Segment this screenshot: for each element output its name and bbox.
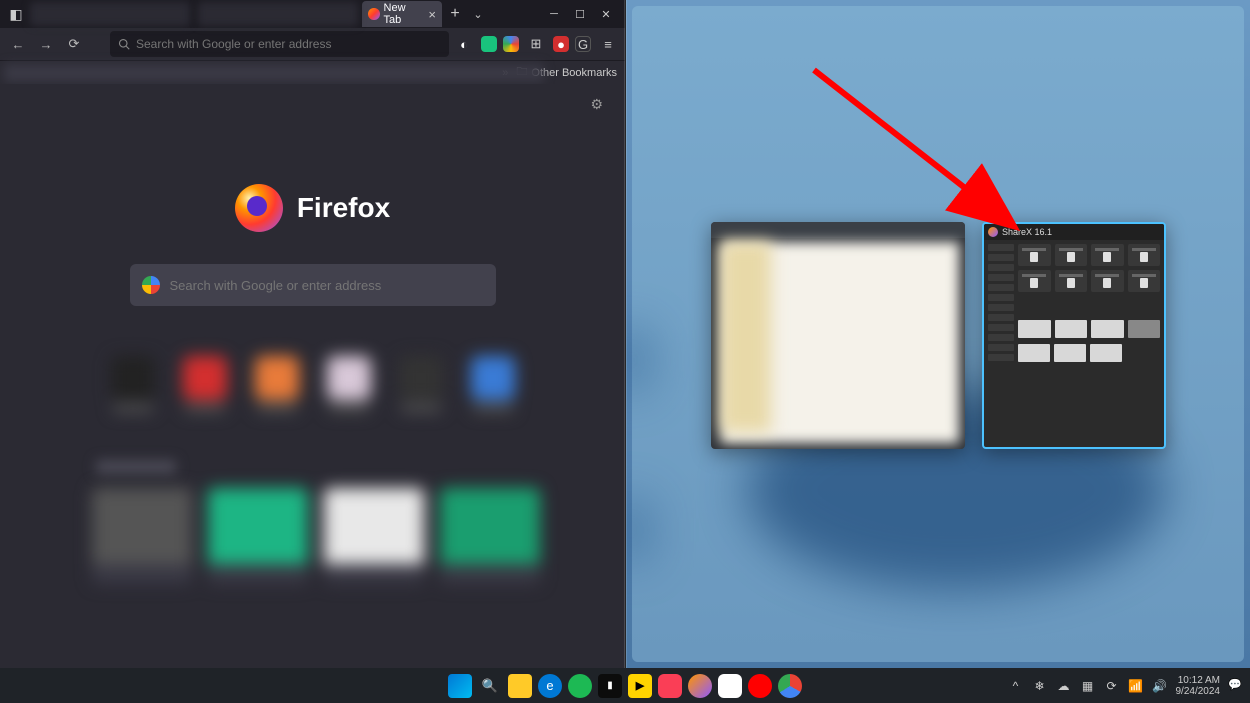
edge-icon[interactable]: e — [538, 674, 562, 698]
volume-icon[interactable]: 🔊 — [1152, 678, 1168, 694]
close-window-button[interactable]: ✕ — [593, 0, 619, 28]
firefox-logo-row: Firefox — [0, 184, 625, 232]
tabs-dropdown-icon[interactable]: ⌄ — [468, 8, 488, 21]
story-card[interactable] — [92, 488, 192, 584]
taskbar-clock[interactable]: 10:12 AM 9/24/2024 — [1176, 675, 1221, 697]
sidebar-toggle-icon[interactable]: ◧ — [6, 4, 26, 24]
reload-button[interactable]: ⟳ — [62, 32, 86, 56]
section-heading-blurred — [96, 460, 176, 474]
new-tab-button[interactable]: + — [442, 5, 468, 23]
active-tab[interactable]: New Tab × — [362, 1, 442, 27]
tray-icon[interactable]: ❄ — [1032, 678, 1048, 694]
spotify-icon[interactable] — [568, 674, 592, 698]
background-tab[interactable] — [30, 2, 190, 26]
snap-divider[interactable] — [624, 0, 627, 668]
home-search-box[interactable] — [130, 264, 496, 306]
story-card[interactable] — [440, 488, 540, 584]
bookmarks-toolbar: » 🗀 Other Bookmarks — [0, 60, 625, 84]
snap-candidate-sharex[interactable]: ShareX 16.1 — [982, 222, 1166, 449]
youtube-icon[interactable] — [748, 674, 772, 698]
top-sites — [0, 356, 625, 420]
firefox-logo-icon — [235, 184, 283, 232]
search-icon — [118, 38, 130, 50]
firefox-favicon-icon — [368, 8, 380, 20]
firefox-wordmark: Firefox — [297, 192, 390, 224]
maximize-button[interactable]: ☐ — [567, 0, 593, 28]
clock-date: 9/24/2024 — [1176, 686, 1221, 697]
extension-icon[interactable]: G — [575, 36, 591, 52]
top-site-tile[interactable] — [106, 356, 160, 420]
nav-toolbar: ← → ⟳ ◐ ⊞ ● G ≡ — [0, 28, 625, 60]
plex-icon[interactable]: ▶ — [628, 674, 652, 698]
tray-icon[interactable]: ▦ — [1080, 678, 1096, 694]
app-menu-button[interactable]: ≡ — [597, 33, 619, 55]
taskbar: 🔍 e ▮ ▶ ^ ❄ ☁ ▦ ⟳ 📶 🔊 10:12 AM 9/24/2024… — [0, 668, 1250, 703]
firefox-taskbar-icon[interactable] — [688, 674, 712, 698]
back-button[interactable]: ← — [6, 32, 30, 56]
window-controls: ─ ☐ ✕ — [541, 0, 619, 28]
notifications-icon[interactable]: 💬 — [1228, 678, 1244, 694]
extension-icon[interactable] — [481, 36, 497, 52]
slack-icon[interactable] — [718, 674, 742, 698]
onedrive-icon[interactable]: ☁ — [1056, 678, 1072, 694]
forward-button[interactable]: → — [34, 32, 58, 56]
tab-title: New Tab — [384, 2, 425, 26]
close-tab-icon[interactable]: × — [428, 7, 436, 22]
taskbar-center: 🔍 e ▮ ▶ — [448, 674, 802, 698]
taskbar-search-icon[interactable]: 🔍 — [478, 674, 502, 698]
clock-time: 10:12 AM — [1178, 675, 1220, 686]
firefox-window: ◧ New Tab × + ⌄ ─ ☐ ✕ ← → ⟳ ◐ ⊞ ● G — [0, 0, 625, 703]
story-card[interactable] — [324, 488, 424, 584]
sharex-window-title: ShareX 16.1 — [1002, 227, 1052, 237]
background-tab[interactable] — [198, 2, 358, 26]
customize-gear-icon[interactable]: ⚙ — [590, 96, 603, 113]
google-icon — [142, 276, 160, 294]
minimize-button[interactable]: ─ — [541, 0, 567, 28]
tray-icon[interactable]: ⟳ — [1104, 678, 1120, 694]
extension-icon[interactable]: ◐ — [453, 33, 475, 55]
annotation-arrow — [806, 62, 1026, 242]
story-card[interactable] — [208, 488, 308, 584]
terminal-icon[interactable]: ▮ — [598, 674, 622, 698]
tab-strip: ◧ New Tab × + ⌄ ─ ☐ ✕ — [0, 0, 625, 28]
url-input[interactable] — [136, 37, 441, 51]
system-tray: ^ ❄ ☁ ▦ ⟳ 📶 🔊 10:12 AM 9/24/2024 💬 — [1008, 675, 1245, 697]
tray-overflow-icon[interactable]: ^ — [1008, 678, 1024, 694]
extensions-button[interactable]: ⊞ — [525, 33, 547, 55]
wifi-icon[interactable]: 📶 — [1128, 678, 1144, 694]
chrome-icon[interactable] — [778, 674, 802, 698]
top-site-tile[interactable] — [394, 356, 448, 420]
new-tab-page: ⚙ Firefox — [0, 84, 625, 703]
start-button[interactable] — [448, 674, 472, 698]
top-site-tile[interactable] — [250, 356, 304, 420]
other-bookmarks-label: Other Bookmarks — [531, 67, 617, 79]
bookmarks-blurred[interactable] — [4, 64, 544, 82]
extension-icon[interactable] — [503, 36, 519, 52]
top-site-tile[interactable] — [322, 356, 376, 420]
address-bar[interactable] — [110, 31, 449, 57]
top-site-tile[interactable] — [178, 356, 232, 420]
file-explorer-icon[interactable] — [508, 674, 532, 698]
top-site-tile[interactable] — [466, 356, 520, 420]
recommended-cards — [92, 488, 625, 584]
music-app-icon[interactable] — [658, 674, 682, 698]
home-search-input[interactable] — [170, 278, 484, 293]
snap-assist-panel: ShareX 16.1 — [625, 0, 1250, 668]
snap-candidate-window[interactable] — [711, 222, 965, 449]
sharex-icon — [988, 227, 998, 237]
extension-icon[interactable]: ● — [553, 36, 569, 52]
